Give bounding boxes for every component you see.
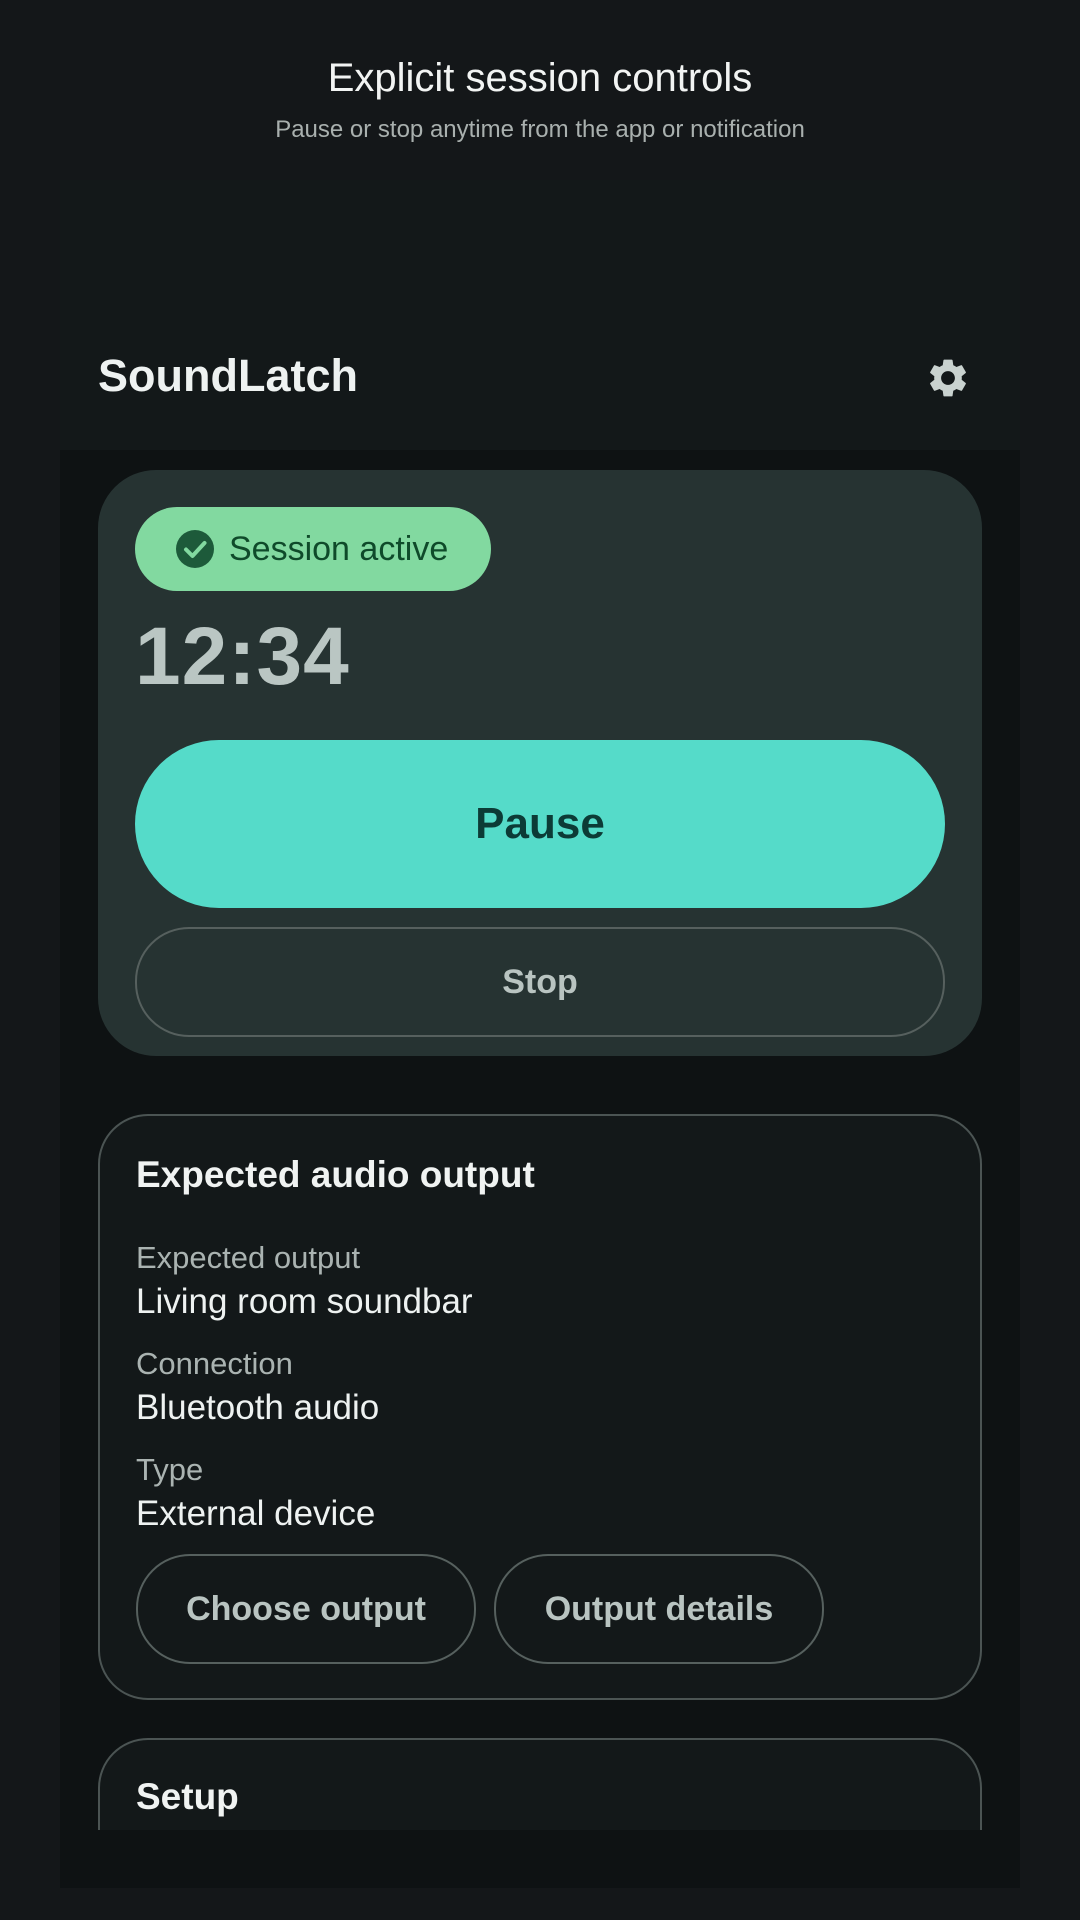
bottom-inset xyxy=(60,1830,1020,1888)
field-label-connection: Connection xyxy=(136,1346,293,1381)
field-label-type: Type xyxy=(136,1452,204,1487)
settings-button[interactable] xyxy=(922,352,974,404)
caption-title: Explicit session controls xyxy=(327,56,753,100)
caption-subtitle: Pause or stop anytime from the app or no… xyxy=(275,116,805,143)
session-status-chip: Session active xyxy=(135,507,491,591)
session-status-label: Session active xyxy=(229,530,449,568)
pause-button[interactable]: Pause xyxy=(135,740,945,908)
field-label-expected-output: Expected output xyxy=(136,1240,361,1275)
field-value-expected-output: Living room soundbar xyxy=(136,1282,473,1321)
field-value-type: External device xyxy=(136,1494,376,1533)
app-screen: SoundLatch Session active 12:34 Pause St… xyxy=(60,180,1020,1888)
output-card-title: Expected audio output xyxy=(136,1154,535,1195)
top-app-bar: SoundLatch xyxy=(60,180,1020,450)
setup-card-title: Setup xyxy=(136,1776,239,1817)
choose-output-button[interactable]: Choose output xyxy=(136,1554,476,1664)
session-card: Session active 12:34 Pause Stop xyxy=(98,470,982,1056)
session-timer: 12:34 xyxy=(135,611,350,702)
expected-audio-output-card: Expected audio output Expected output Li… xyxy=(98,1114,982,1700)
stop-button[interactable]: Stop xyxy=(135,927,945,1037)
field-value-connection: Bluetooth audio xyxy=(136,1388,380,1427)
gear-icon xyxy=(930,359,966,397)
app-title: SoundLatch xyxy=(98,350,358,401)
check-circle-icon xyxy=(176,530,214,568)
output-details-button[interactable]: Output details xyxy=(494,1554,824,1664)
